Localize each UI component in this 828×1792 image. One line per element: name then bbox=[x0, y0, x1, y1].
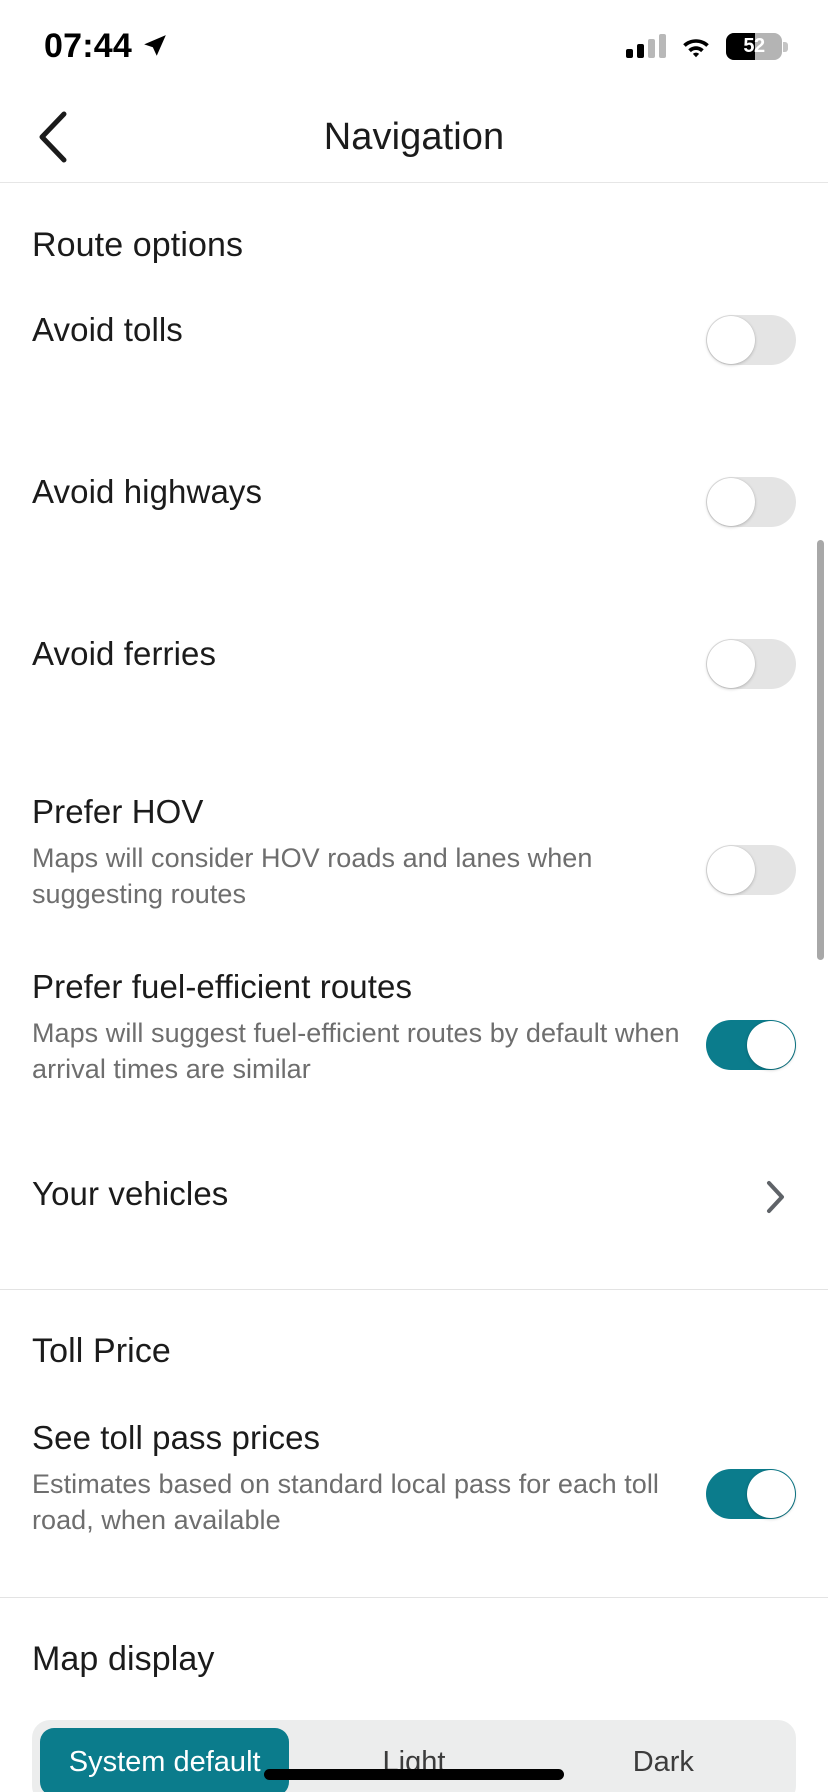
settings-scroll-area[interactable]: Route options Avoid tolls Avoid highways… bbox=[0, 184, 828, 1792]
wifi-icon bbox=[683, 39, 709, 58]
toggle-knob bbox=[707, 846, 755, 894]
navigation-settings-screen: 07:44 52 Navigation Route options Avoid … bbox=[0, 0, 828, 1792]
cellular-bars-icon bbox=[626, 34, 666, 58]
setting-row-avoid-highways[interactable]: Avoid highways bbox=[0, 473, 828, 559]
row-text: Prefer HOV Maps will consider HOV roads … bbox=[32, 793, 706, 912]
row-text: Avoid highways bbox=[32, 473, 706, 511]
row-text: Avoid tolls bbox=[32, 311, 706, 349]
vertical-scrollbar[interactable] bbox=[817, 540, 824, 960]
home-indicator bbox=[264, 1769, 564, 1780]
setting-row-prefer-fuel-efficient[interactable]: Prefer fuel-efficient routes Maps will s… bbox=[0, 968, 828, 1087]
location-arrow-icon bbox=[144, 35, 166, 56]
setting-row-prefer-hov[interactable]: Prefer HOV Maps will consider HOV roads … bbox=[0, 793, 828, 912]
toggle-knob bbox=[707, 316, 755, 364]
status-bar-clock: 07:44 bbox=[44, 26, 132, 65]
chevron-left-icon bbox=[39, 111, 67, 163]
chevron-right-icon bbox=[756, 1177, 796, 1217]
toggle-knob bbox=[747, 1470, 795, 1519]
toggle-prefer-fuel-efficient[interactable] bbox=[706, 1020, 796, 1071]
color-scheme-segmented-control[interactable]: System default Light Dark bbox=[32, 1720, 796, 1792]
row-text: Your vehicles bbox=[32, 1175, 756, 1213]
toggle-avoid-highways[interactable] bbox=[706, 477, 796, 527]
status-bar: 07:44 52 bbox=[0, 0, 828, 92]
battery-icon: 52 bbox=[726, 32, 788, 60]
setting-row-avoid-tolls[interactable]: Avoid tolls bbox=[0, 311, 828, 397]
setting-label: See toll pass prices bbox=[32, 1419, 321, 1457]
toggle-prefer-hov[interactable] bbox=[706, 845, 796, 895]
setting-row-see-toll-pass-prices[interactable]: See toll pass prices Estimates based on … bbox=[0, 1419, 828, 1538]
setting-description: Estimates based on standard local pass f… bbox=[32, 1469, 659, 1535]
back-button[interactable] bbox=[22, 107, 82, 167]
toggle-avoid-ferries[interactable] bbox=[706, 639, 796, 689]
row-text: Prefer fuel-efficient routes Maps will s… bbox=[32, 968, 706, 1087]
battery-cap bbox=[783, 41, 788, 52]
row-text: See toll pass prices Estimates based on … bbox=[32, 1419, 706, 1538]
navigation-header: Navigation bbox=[0, 92, 828, 183]
battery-percent-label: 52 bbox=[743, 34, 765, 57]
setting-row-your-vehicles[interactable]: Your vehicles bbox=[0, 1151, 828, 1237]
section-header-route-options: Route options bbox=[32, 226, 244, 264]
segment-dark[interactable]: Dark bbox=[539, 1728, 788, 1792]
setting-label: Avoid highways bbox=[32, 473, 263, 510]
setting-label: Your vehicles bbox=[32, 1175, 229, 1213]
segment-system-default[interactable]: System default bbox=[40, 1728, 290, 1792]
section-header-map-display: Map display bbox=[32, 1639, 215, 1678]
row-text: Avoid ferries bbox=[32, 635, 706, 673]
toggle-knob bbox=[707, 478, 755, 526]
status-bar-right: 52 bbox=[626, 32, 788, 60]
toggle-knob bbox=[747, 1021, 795, 1070]
segment-light[interactable]: Light bbox=[289, 1728, 538, 1792]
setting-description: Maps will suggest fuel-efficient routes … bbox=[32, 1018, 680, 1084]
status-bar-left: 07:44 bbox=[44, 27, 168, 66]
setting-label: Avoid tolls bbox=[32, 311, 183, 348]
setting-label: Prefer fuel-efficient routes bbox=[32, 968, 413, 1006]
setting-label: Prefer HOV bbox=[32, 793, 204, 830]
section-header-toll-price: Toll Price bbox=[32, 1332, 171, 1371]
setting-description: Maps will consider HOV roads and lanes w… bbox=[32, 842, 593, 909]
toggle-knob bbox=[707, 640, 755, 688]
setting-row-avoid-ferries[interactable]: Avoid ferries bbox=[0, 635, 828, 721]
toggle-avoid-tolls[interactable] bbox=[706, 315, 796, 365]
page-title: Navigation bbox=[323, 115, 505, 158]
setting-label: Avoid ferries bbox=[32, 635, 217, 672]
toggle-see-toll-pass-prices[interactable] bbox=[706, 1469, 796, 1520]
